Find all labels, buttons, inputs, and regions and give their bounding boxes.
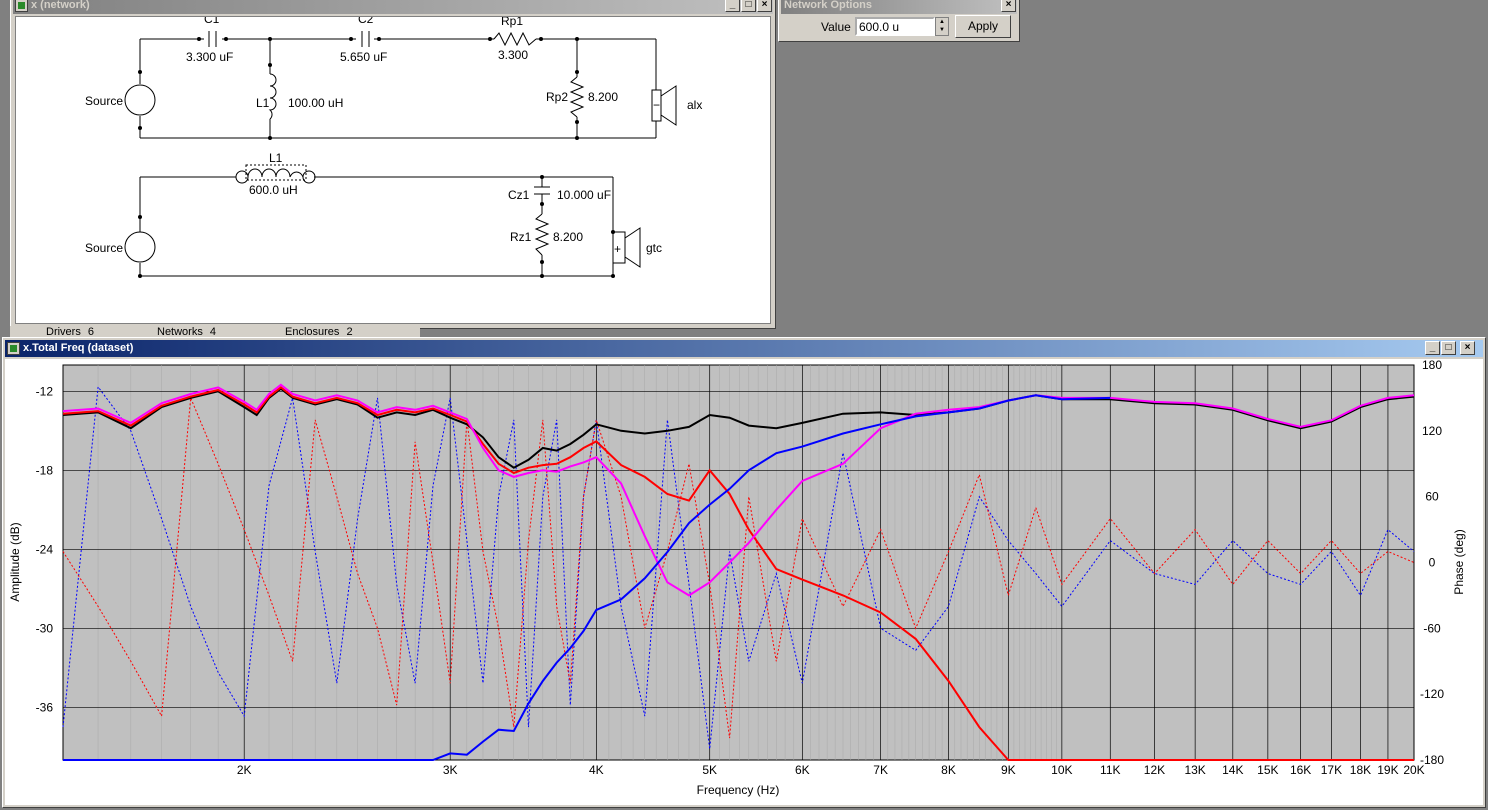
source2-label: Source [85, 241, 123, 255]
driver2-label: gtc [646, 241, 662, 255]
minimize-button[interactable]: _ [725, 0, 740, 12]
y2-tick-label: -60 [1423, 621, 1441, 635]
l1-label: L1 [256, 96, 270, 110]
y2-tick-label: -180 [1420, 753, 1444, 767]
value-label: Value [821, 20, 851, 34]
x-tick-label: 10K [1051, 763, 1072, 777]
y-axis-label: Amplitude (dB) [8, 522, 22, 601]
y-tick-label: -24 [36, 542, 54, 556]
c2-label: C2 [358, 17, 374, 26]
rp1-value: 3.300 [498, 48, 528, 62]
x-tick-label: 12K [1144, 763, 1165, 777]
freq-maximize-button[interactable]: □ [1441, 341, 1456, 355]
y2-axis-label: Phase (deg) [1452, 529, 1466, 594]
x-tick-label: 18K [1350, 763, 1371, 777]
c2-value: 5.650 uF [340, 50, 387, 64]
l1b-label: L1 [269, 151, 283, 165]
freq-minimize-button[interactable]: _ [1425, 341, 1440, 355]
y2-tick-label: 60 [1425, 490, 1439, 504]
x-tick-label: 19K [1377, 763, 1398, 777]
plot-background [62, 364, 1415, 761]
cz1-label: Cz1 [508, 188, 530, 202]
chart-area[interactable]: 2K 3K 4K 5K 6K 7K 8K 9K 10K 11K 12K 13K 14K 15K 16K 17K… [5, 359, 1483, 805]
frequency-window: x.Total Freq (dataset) _ □ × 2K 3K 4K 5K 6K 7… [2, 337, 1486, 808]
schematic-svg: C1 3.300 uF C2 5.650 uF Rp1 3.300 L1 100… [85, 17, 702, 278]
x-tick-label: 2K [237, 763, 252, 777]
y2-tick-label: -120 [1420, 687, 1444, 701]
apply-button[interactable]: Apply [955, 15, 1011, 38]
y2-tick-label: 180 [1422, 359, 1442, 372]
frequency-titlebar[interactable]: x.Total Freq (dataset) _ □ × [5, 340, 1483, 357]
x-tick-label: 5K [702, 763, 717, 777]
freq-close-button[interactable]: × [1460, 341, 1475, 355]
y2-tick-label: 120 [1422, 424, 1442, 438]
x-tick-label: 16K [1290, 763, 1311, 777]
x-tick-label: 17K [1321, 763, 1342, 777]
y-tick-label: -12 [36, 384, 54, 398]
value-spinner[interactable]: ▲ ▼ [935, 17, 949, 36]
rp1-label: Rp1 [501, 17, 523, 28]
frequency-chart: 2K 3K 4K 5K 6K 7K 8K 9K 10K 11K 12K 13K 14K 15K 16K 17K… [8, 359, 1466, 797]
x-tick-label: 15K [1257, 763, 1278, 777]
driver1-label: alx [687, 98, 702, 112]
rz1-label: Rz1 [510, 230, 532, 244]
network-titlebar[interactable]: x (network) _ □ × [13, 0, 773, 14]
cz1-value: 10.000 uF [557, 188, 611, 202]
rz1-value: 8.200 [553, 230, 583, 244]
x-tick-label: 6K [795, 763, 810, 777]
x-tick-label: 13K [1184, 763, 1205, 777]
y-tick-label: -18 [36, 463, 54, 477]
c1-value: 3.300 uF [186, 50, 233, 64]
options-close-button[interactable]: × [1001, 0, 1016, 12]
value-input[interactable] [855, 17, 935, 36]
maximize-button[interactable]: □ [741, 0, 756, 12]
options-titlebar[interactable]: Network Options × [781, 0, 1017, 14]
schematic-canvas[interactable]: C1 3.300 uF C2 5.650 uF Rp1 3.300 L1 100… [15, 16, 771, 324]
network-options-window: Network Options × Value ▲▼ Apply [778, 0, 1020, 42]
rp2-value: 8.200 [588, 90, 618, 104]
network-window-icon [15, 0, 28, 12]
rp2-label: Rp2 [546, 90, 568, 104]
x-axis-label: Frequency (Hz) [697, 783, 780, 797]
x-tick-label: 3K [443, 763, 458, 777]
y-tick-label: -30 [36, 621, 54, 635]
x-tick-label: 11K [1100, 763, 1120, 777]
frequency-window-icon [7, 342, 20, 355]
driver1-sign: − [653, 98, 660, 112]
c1-label: C1 [204, 17, 220, 26]
y-tick-label: -36 [36, 700, 54, 714]
x-tick-label: 8K [941, 763, 956, 777]
frequency-window-title: x.Total Freq (dataset) [23, 342, 134, 354]
x-tick-label: 14K [1222, 763, 1243, 777]
driver2-sign: + [614, 242, 621, 256]
network-window: x (network) _ □ × C1 3.300 uF C2 5.650 u… [10, 0, 776, 329]
network-window-title: x (network) [31, 0, 90, 11]
source1-label: Source [85, 94, 123, 108]
x-tick-label: 4K [589, 763, 604, 777]
l1-value: 100.00 uH [288, 96, 343, 110]
l1b-value: 600.0 uH [249, 183, 298, 197]
y2-tick-label: 0 [1429, 556, 1436, 570]
x-tick-label: 9K [1001, 763, 1016, 777]
options-window-title: Network Options [784, 0, 873, 11]
close-button[interactable]: × [757, 0, 772, 12]
x-tick-label: 7K [873, 763, 888, 777]
